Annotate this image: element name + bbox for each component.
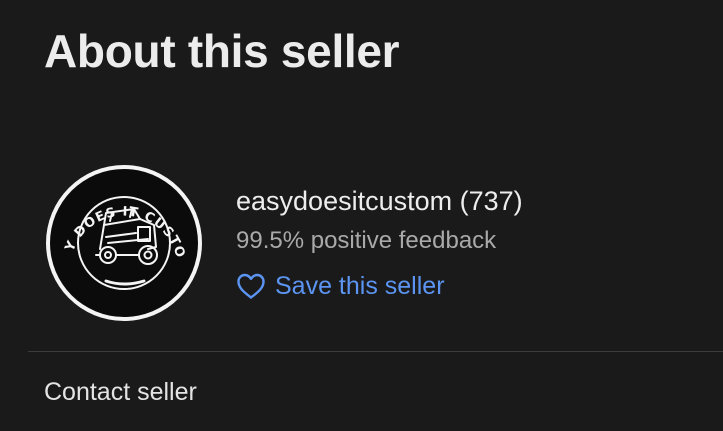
save-seller-label: Save this seller [275, 272, 445, 300]
seller-summary: EASY DOES IT CUSTOMS easydoesitcustom (7… [44, 163, 523, 323]
contact-seller-button[interactable]: Contact seller [44, 376, 197, 408]
section-title: About this seller [44, 25, 400, 77]
divider [28, 351, 723, 352]
seller-feedback: 99.5% positive feedback [236, 227, 497, 254]
seller-info: easydoesitcustom (737) 99.5% positive fe… [236, 184, 523, 302]
seller-logo[interactable]: EASY DOES IT CUSTOMS [44, 163, 204, 323]
about-seller-section: About this seller Y DOES IT CUSTO easydo… [0, 0, 723, 431]
save-seller-button[interactable]: Save this seller [236, 270, 523, 302]
heart-outline-icon [237, 273, 265, 299]
seller-name[interactable]: easydoesitcustom (737) [236, 184, 523, 218]
